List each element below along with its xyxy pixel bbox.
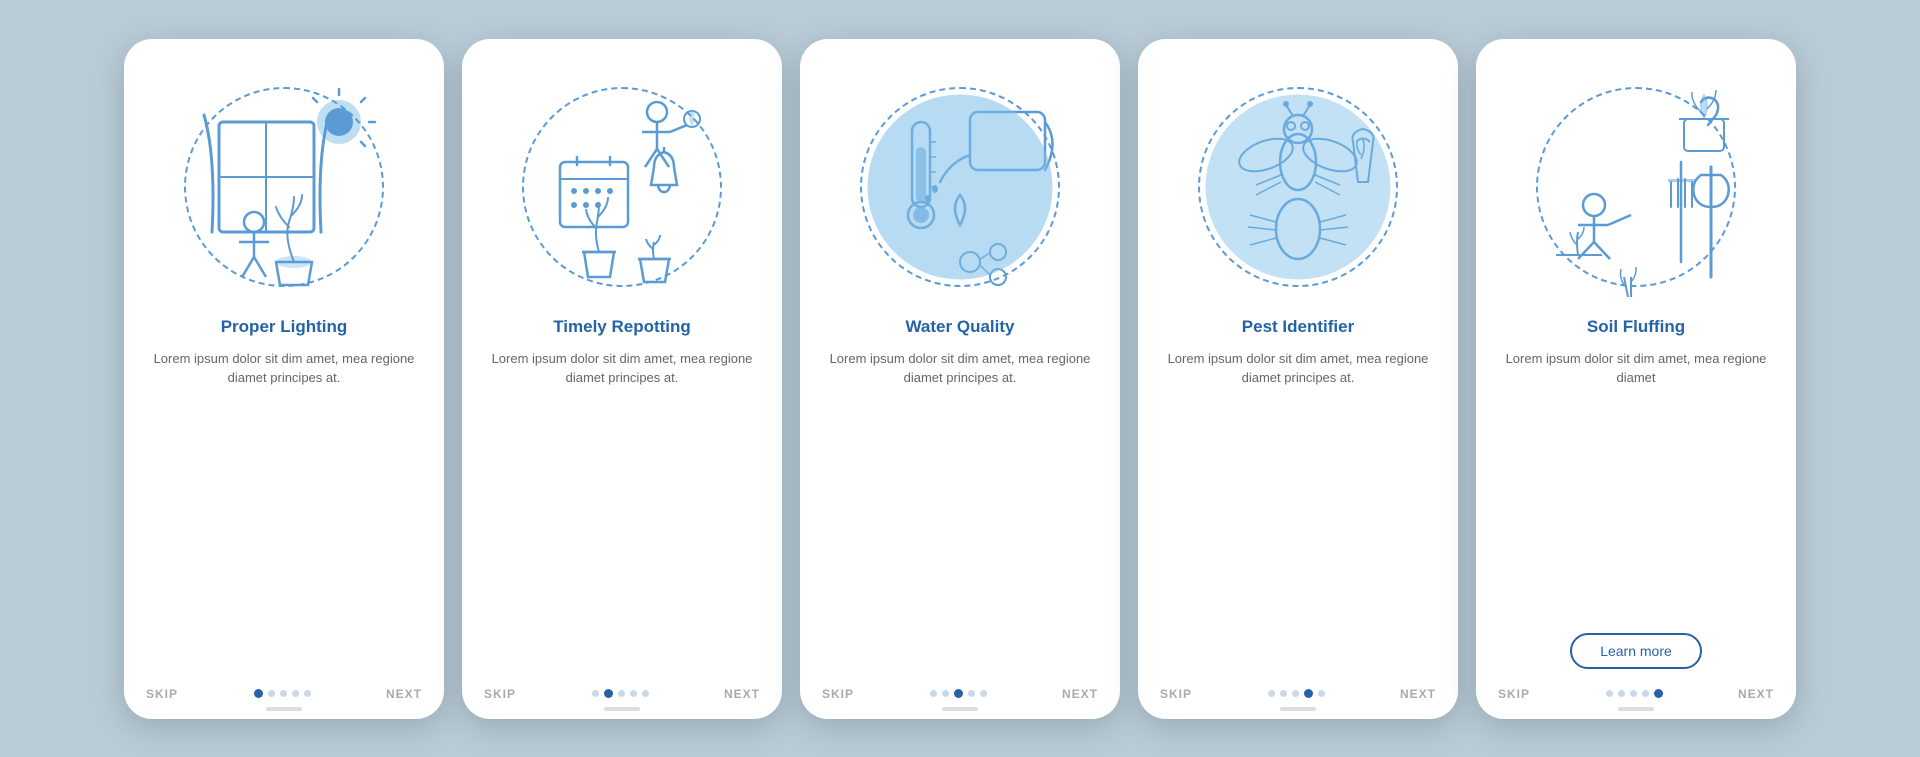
illustration-soil-fluffing <box>1516 67 1756 307</box>
screen-water-quality: Water Quality Lorem ipsum dolor sit dim … <box>800 39 1120 719</box>
screen-title-5: Soil Fluffing <box>1587 317 1685 337</box>
nav-dots-5 <box>1606 689 1663 698</box>
screen-title-2: Timely Repotting <box>553 317 691 337</box>
next-button-3[interactable]: NEXT <box>1062 687 1098 701</box>
dot-2-1 <box>604 689 613 698</box>
screen-desc-5: Lorem ipsum dolor sit dim amet, mea regi… <box>1498 349 1774 633</box>
next-button-2[interactable]: NEXT <box>724 687 760 701</box>
illustration-water-quality <box>840 67 1080 307</box>
dot-4-1 <box>1280 690 1287 697</box>
dashed-circle-3 <box>860 87 1060 287</box>
next-button-4[interactable]: NEXT <box>1400 687 1436 701</box>
screen-desc-3: Lorem ipsum dolor sit dim amet, mea regi… <box>822 349 1098 679</box>
screen-pest-identifier: Pest Identifier Lorem ipsum dolor sit di… <box>1138 39 1458 719</box>
dashed-circle-2 <box>522 87 722 287</box>
illustration-proper-lighting <box>164 67 404 307</box>
screens-container: Proper Lighting Lorem ipsum dolor sit di… <box>124 39 1796 719</box>
dot-4-4 <box>1318 690 1325 697</box>
dot-1-3 <box>292 690 299 697</box>
skip-button-5[interactable]: SKIP <box>1498 687 1530 701</box>
dot-3-0 <box>930 690 937 697</box>
dot-1-2 <box>280 690 287 697</box>
dot-4-0 <box>1268 690 1275 697</box>
scroll-bar-2 <box>604 707 640 711</box>
dot-3-1 <box>942 690 949 697</box>
nav-bar-4: SKIP NEXT <box>1160 687 1436 701</box>
illustration-timely-repotting <box>502 67 742 307</box>
dot-5-2 <box>1630 690 1637 697</box>
scroll-bar-4 <box>1280 707 1316 711</box>
dot-5-3 <box>1642 690 1649 697</box>
dot-4-3 <box>1304 689 1313 698</box>
skip-button-1[interactable]: SKIP <box>146 687 178 701</box>
dot-5-4 <box>1654 689 1663 698</box>
dashed-circle-5 <box>1536 87 1736 287</box>
nav-bar-5: SKIP NEXT <box>1498 687 1774 701</box>
screen-desc-4: Lorem ipsum dolor sit dim amet, mea regi… <box>1160 349 1436 679</box>
screen-title-4: Pest Identifier <box>1242 317 1354 337</box>
nav-bar-3: SKIP NEXT <box>822 687 1098 701</box>
dot-1-1 <box>268 690 275 697</box>
scroll-bar-1 <box>266 707 302 711</box>
screen-title-3: Water Quality <box>906 317 1015 337</box>
scroll-bar-3 <box>942 707 978 711</box>
dot-2-2 <box>618 690 625 697</box>
dot-2-3 <box>630 690 637 697</box>
screen-proper-lighting: Proper Lighting Lorem ipsum dolor sit di… <box>124 39 444 719</box>
skip-button-4[interactable]: SKIP <box>1160 687 1192 701</box>
dot-4-2 <box>1292 690 1299 697</box>
dot-2-4 <box>642 690 649 697</box>
nav-bar-2: SKIP NEXT <box>484 687 760 701</box>
screen-title-1: Proper Lighting <box>221 317 348 337</box>
dot-1-0 <box>254 689 263 698</box>
dot-3-3 <box>968 690 975 697</box>
nav-dots-3 <box>930 689 987 698</box>
dot-5-0 <box>1606 690 1613 697</box>
next-button-1[interactable]: NEXT <box>386 687 422 701</box>
illustration-pest-identifier <box>1178 67 1418 307</box>
learn-more-button[interactable]: Learn more <box>1570 633 1702 669</box>
next-button-5[interactable]: NEXT <box>1738 687 1774 701</box>
screen-timely-repotting: Timely Repotting Lorem ipsum dolor sit d… <box>462 39 782 719</box>
screen-desc-2: Lorem ipsum dolor sit dim amet, mea regi… <box>484 349 760 679</box>
screen-soil-fluffing: Soil Fluffing Lorem ipsum dolor sit dim … <box>1476 39 1796 719</box>
screen-desc-1: Lorem ipsum dolor sit dim amet, mea regi… <box>146 349 422 679</box>
dot-1-4 <box>304 690 311 697</box>
dashed-circle <box>184 87 384 287</box>
dot-3-2 <box>954 689 963 698</box>
skip-button-2[interactable]: SKIP <box>484 687 516 701</box>
dot-5-1 <box>1618 690 1625 697</box>
nav-dots-4 <box>1268 689 1325 698</box>
dashed-circle-4 <box>1198 87 1398 287</box>
nav-dots-2 <box>592 689 649 698</box>
dot-2-0 <box>592 690 599 697</box>
nav-bar-1: SKIP NEXT <box>146 687 422 701</box>
nav-dots-1 <box>254 689 311 698</box>
skip-button-3[interactable]: SKIP <box>822 687 854 701</box>
dot-3-4 <box>980 690 987 697</box>
scroll-bar-5 <box>1618 707 1654 711</box>
